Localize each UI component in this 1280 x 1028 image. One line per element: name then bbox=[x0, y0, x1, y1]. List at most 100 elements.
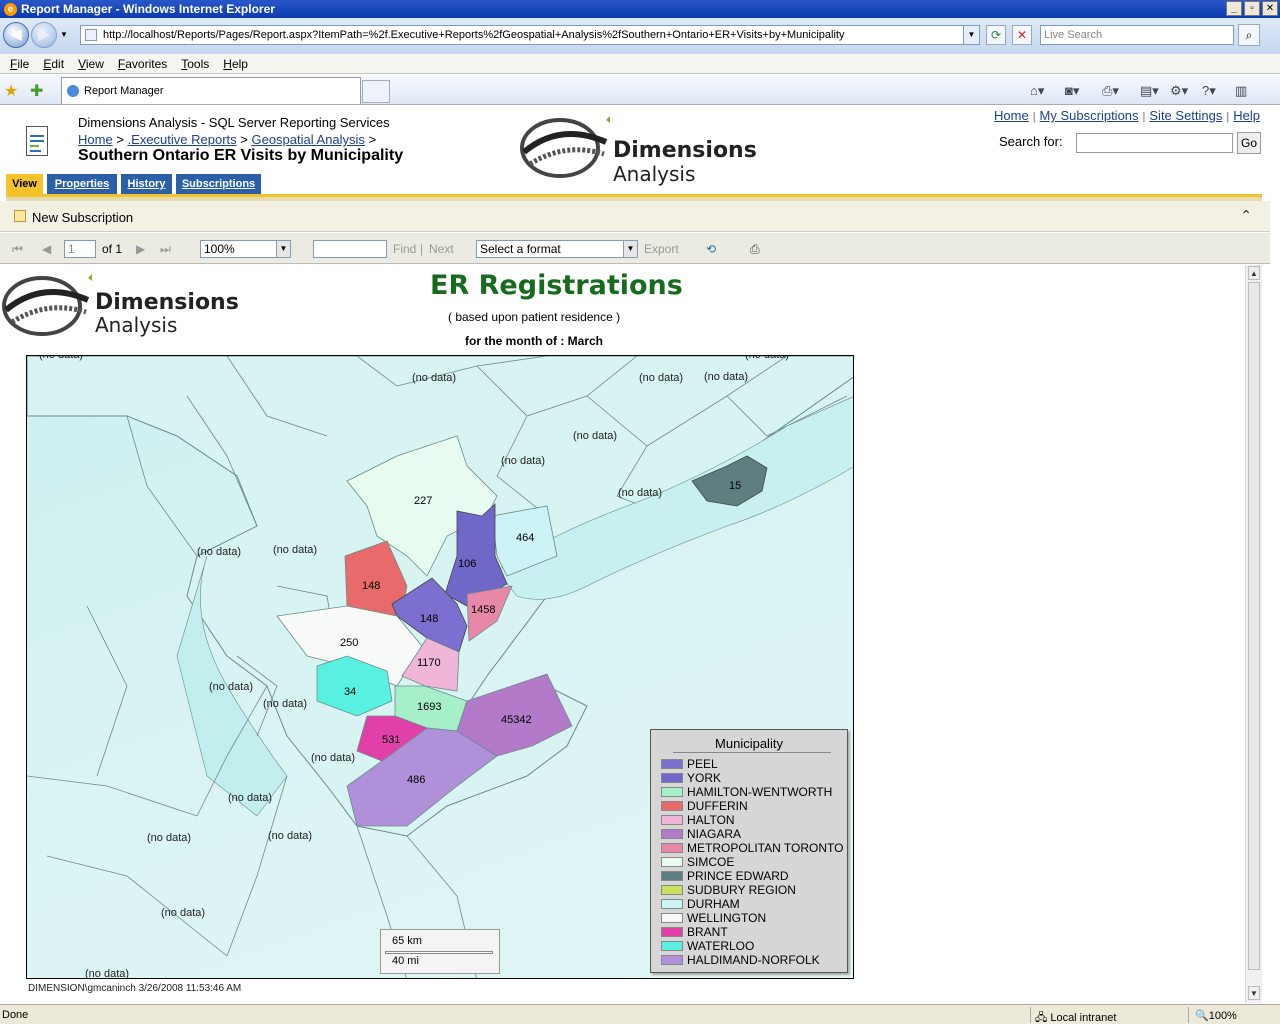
tab-view[interactable]: View bbox=[6, 174, 43, 194]
previous-page-icon[interactable]: ◀ bbox=[42, 242, 51, 256]
scroll-up-icon[interactable]: ▲ bbox=[1248, 266, 1260, 280]
legend-label: SUDBURY REGION bbox=[687, 883, 796, 897]
find-input[interactable] bbox=[313, 240, 387, 258]
favorites-star-icon[interactable]: ★ bbox=[4, 81, 18, 101]
tab-subscriptions[interactable]: Subscriptions bbox=[176, 174, 261, 194]
label-halton: 1170 bbox=[417, 657, 441, 669]
security-zone: 🖧 Local intranet bbox=[1035, 1009, 1116, 1028]
tools-gear-icon[interactable]: ⚙▾ bbox=[1170, 83, 1188, 99]
status-bar: Done 🖧 Local intranet 🔍100% bbox=[0, 1004, 1280, 1024]
menu-favorites[interactable]: Favorites bbox=[118, 57, 167, 71]
new-subscription-link[interactable]: New Subscription bbox=[32, 210, 133, 225]
my-subscriptions-link[interactable]: My Subscriptions bbox=[1040, 108, 1139, 123]
zoom-select[interactable]: 100% ▼ bbox=[200, 240, 291, 258]
next-link[interactable]: Next bbox=[429, 242, 454, 256]
zoom-value: 100% bbox=[204, 242, 235, 256]
tab-report-manager[interactable]: Report Manager bbox=[61, 77, 361, 104]
legend-label: HALDIMAND-NORFOLK bbox=[687, 953, 820, 967]
link-sep: | bbox=[1142, 111, 1146, 123]
export-format-select[interactable]: Select a format ▼ bbox=[476, 240, 638, 258]
find-link[interactable]: Find bbox=[393, 242, 416, 256]
help-link[interactable]: Help bbox=[1233, 108, 1260, 123]
menu-edit[interactable]: Edit bbox=[43, 57, 64, 71]
tab-properties[interactable]: Properties bbox=[47, 174, 117, 194]
collapse-chevron-icon[interactable]: ⌃ bbox=[1240, 207, 1252, 224]
label-haldimand-norfolk: 486 bbox=[407, 774, 425, 786]
page-number-input[interactable]: 1 bbox=[64, 240, 96, 258]
label-toronto: 1458 bbox=[471, 604, 495, 616]
home-icon[interactable]: ⌂▾ bbox=[1030, 83, 1044, 99]
security-zone-label: Local intranet bbox=[1050, 1012, 1117, 1024]
window-controls: _ ▫ ✕ bbox=[1226, 1, 1278, 16]
label-peel: 148 bbox=[420, 613, 438, 625]
export-format-value: Select a format bbox=[480, 242, 561, 256]
menu-view[interactable]: View bbox=[78, 57, 104, 71]
legend-label: HALTON bbox=[687, 813, 735, 827]
legend-item: PEEL bbox=[661, 757, 718, 771]
refresh-icon[interactable]: ⟳ bbox=[986, 25, 1006, 45]
live-search-input[interactable]: Live Search bbox=[1040, 25, 1234, 45]
research-icon[interactable]: ▥ bbox=[1235, 83, 1247, 99]
address-dropdown-icon[interactable]: ▼ bbox=[963, 26, 979, 44]
breadcrumb-geospatial-analysis[interactable]: Geospatial Analysis bbox=[251, 132, 364, 147]
scroll-down-icon[interactable]: ▼ bbox=[1248, 986, 1260, 1000]
new-subscription-icon[interactable] bbox=[14, 210, 26, 222]
legend-title: Municipality bbox=[715, 736, 783, 751]
nodata-label: (no data) bbox=[273, 544, 317, 556]
address-bar[interactable]: http://localhost/Reports/Pages/Report.as… bbox=[80, 25, 980, 45]
back-button[interactable]: ◀ bbox=[3, 22, 29, 48]
nodata-label: (no data) bbox=[39, 356, 83, 361]
first-page-icon[interactable]: ⏮ bbox=[12, 242, 23, 257]
nodata-label: (no data) bbox=[311, 752, 355, 764]
map-legend: Municipality PEEL YORK HAMILTON-WENTWORTH D… bbox=[650, 729, 848, 973]
add-favorites-icon[interactable]: ✚ bbox=[30, 81, 43, 101]
go-button[interactable]: Go bbox=[1237, 132, 1261, 154]
status-text: Done bbox=[2, 1009, 29, 1021]
label-durham: 464 bbox=[516, 532, 534, 544]
close-button[interactable]: ✕ bbox=[1262, 1, 1278, 16]
next-page-icon[interactable]: ▶ bbox=[136, 242, 145, 256]
legend-label: NIAGARA bbox=[687, 827, 742, 841]
menu-file[interactable]: File bbox=[10, 57, 29, 71]
legend-label: HAMILTON-WENTWORTH bbox=[687, 785, 833, 799]
print-icon[interactable]: ⎙▾ bbox=[1102, 83, 1119, 99]
breadcrumb-executive-reports[interactable]: .Executive Reports bbox=[128, 132, 237, 147]
label-niagara: 45342 bbox=[501, 714, 532, 726]
report-search-input[interactable] bbox=[1076, 133, 1233, 153]
forward-button[interactable]: ▶ bbox=[31, 22, 57, 48]
help-icon[interactable]: ?▾ bbox=[1202, 83, 1216, 99]
print-report-icon[interactable]: ⎙ bbox=[750, 242, 760, 257]
new-tab-button[interactable] bbox=[362, 80, 390, 103]
scroll-thumb[interactable] bbox=[1248, 282, 1260, 970]
report-footer: DIMENSION\gmcaninch 3/26/2008 11:53:46 A… bbox=[28, 983, 242, 994]
nodata-label: (no data) bbox=[197, 546, 241, 558]
menu-tools[interactable]: Tools bbox=[181, 57, 209, 71]
legend-item: DUFFERIN bbox=[661, 799, 748, 813]
feeds-icon[interactable]: ◙▾ bbox=[1065, 83, 1079, 99]
stop-icon[interactable]: ✕ bbox=[1012, 25, 1032, 45]
site-settings-link[interactable]: Site Settings bbox=[1149, 108, 1222, 123]
legend-label: BRANT bbox=[687, 925, 728, 939]
export-link[interactable]: Export bbox=[644, 242, 679, 256]
nodata-label: (no data) bbox=[85, 968, 129, 979]
report-brand-logo: Dimensions Analysis bbox=[2, 270, 242, 350]
nodata-label: (no data) bbox=[501, 455, 545, 467]
home-link[interactable]: Home bbox=[994, 108, 1029, 123]
maximize-button[interactable]: ▫ bbox=[1244, 1, 1260, 16]
zoom-level[interactable]: 🔍100% bbox=[1195, 1009, 1237, 1022]
nodata-label: (no data) bbox=[412, 372, 456, 384]
refresh-report-icon[interactable]: ⟲ bbox=[706, 242, 716, 256]
status-divider bbox=[1030, 1007, 1031, 1023]
page-menu-icon[interactable]: ▤▾ bbox=[1140, 83, 1159, 99]
page-title: Southern Ontario ER Visits by Municipali… bbox=[78, 147, 404, 164]
last-page-icon[interactable]: ⏭ bbox=[160, 242, 171, 257]
report-scrollbar[interactable]: ▲ ▼ bbox=[1245, 265, 1262, 1003]
page-icon bbox=[85, 29, 97, 41]
breadcrumb-home[interactable]: Home bbox=[78, 132, 113, 147]
tab-history[interactable]: History bbox=[121, 174, 172, 194]
search-icon[interactable]: ⌕ bbox=[1238, 24, 1260, 46]
minimize-button[interactable]: _ bbox=[1226, 1, 1242, 16]
legend-item: YORK bbox=[661, 771, 721, 785]
recent-pages-dropdown-icon[interactable]: ▼ bbox=[60, 30, 68, 39]
menu-help[interactable]: Help bbox=[223, 57, 248, 71]
